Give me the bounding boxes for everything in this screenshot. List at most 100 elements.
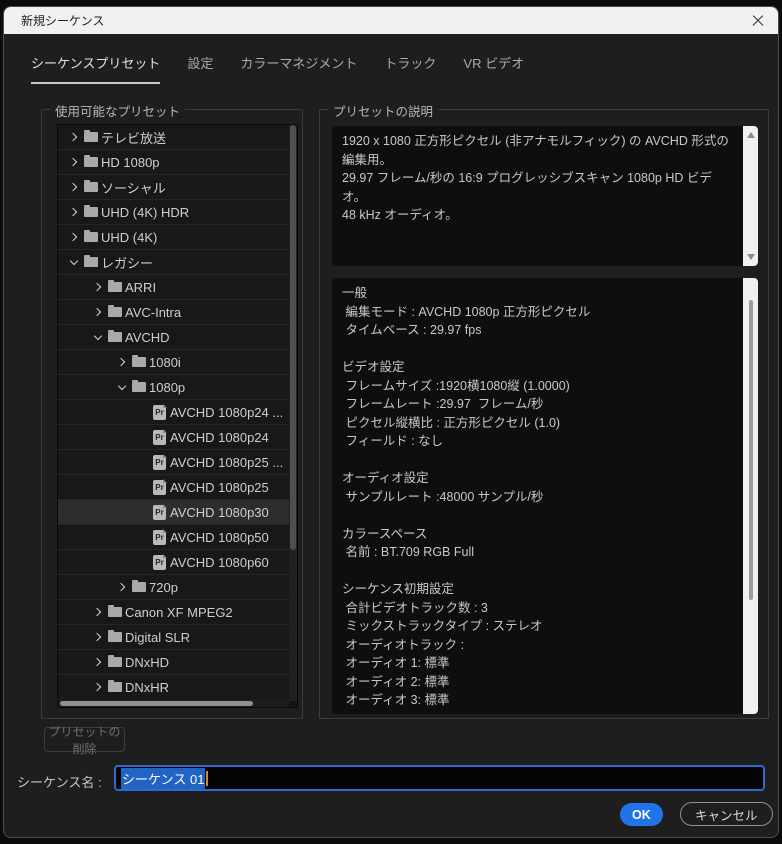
tree-row-label: ARRI bbox=[125, 279, 157, 295]
tree-row-label: AVCHD 1080p25 ... bbox=[170, 454, 284, 470]
chevron-icon[interactable] bbox=[64, 234, 84, 240]
preset-file-icon bbox=[153, 478, 167, 495]
tree-horizontal-scrollbar-thumb[interactable] bbox=[60, 700, 253, 706]
sequence-name-input[interactable]: シーケンス 01 bbox=[114, 765, 765, 791]
details-line: フレームレート :29.97 フレーム/秒 bbox=[342, 397, 544, 411]
tree-row-label: AVCHD 1080p50 bbox=[170, 529, 269, 545]
tree-row[interactable]: 1080i bbox=[58, 350, 297, 375]
details-line: タイムベース : 29.97 fps bbox=[342, 323, 482, 337]
tree-row[interactable]: Canon XF MPEG2 bbox=[58, 600, 297, 625]
chevron-icon[interactable] bbox=[112, 385, 132, 389]
sequence-name-label: シーケンス名 : bbox=[17, 775, 102, 790]
chevron-icon[interactable] bbox=[64, 184, 84, 190]
chevron-icon[interactable] bbox=[64, 159, 84, 165]
details-line bbox=[342, 451, 736, 470]
tree-row[interactable]: AVCHD bbox=[58, 325, 297, 350]
chevron-icon[interactable] bbox=[64, 260, 84, 264]
tree-vertical-scrollbar[interactable] bbox=[289, 125, 297, 701]
tree-row[interactable]: レガシー bbox=[58, 250, 297, 275]
chevron-icon[interactable] bbox=[64, 134, 84, 140]
tree-row[interactable]: テレビ放送 bbox=[58, 125, 297, 150]
folder-icon bbox=[84, 155, 98, 167]
tab[interactable]: トラック bbox=[384, 53, 436, 84]
folder-icon bbox=[108, 630, 122, 642]
tree-row-label: Canon XF MPEG2 bbox=[125, 604, 233, 620]
tree-row[interactable]: 720p bbox=[58, 575, 297, 600]
tree-row[interactable]: AVCHD 1080p50 bbox=[58, 525, 297, 550]
tree-row[interactable]: DNxHR bbox=[58, 675, 297, 700]
details-line: オーディオトラック : bbox=[342, 637, 465, 652]
summary-scrollbar[interactable] bbox=[743, 126, 758, 266]
tree-row[interactable]: AVCHD 1080p25 ... bbox=[58, 450, 297, 475]
tree-row[interactable]: Digital SLR bbox=[58, 625, 297, 650]
close-button[interactable] bbox=[738, 7, 778, 34]
titlebar: 新規シーケンス bbox=[4, 7, 778, 34]
details-line: オーディオ 2: 標準 bbox=[342, 674, 450, 689]
details-scrollbar-thumb[interactable] bbox=[748, 300, 753, 600]
tree-row-label: 720p bbox=[149, 579, 178, 595]
tree-row[interactable]: ARRI bbox=[58, 275, 297, 300]
details-line: シーケンス初期設定 bbox=[342, 582, 454, 596]
chevron-icon[interactable] bbox=[112, 359, 132, 365]
preset-details-box: 一般 編集モード : AVCHD 1080p 正方形ピクセル タイムベース : … bbox=[332, 278, 758, 714]
tree-horizontal-scrollbar[interactable] bbox=[58, 699, 289, 707]
tree-row[interactable]: AVCHD 1080p30 bbox=[58, 500, 297, 525]
tab[interactable]: シーケンスプリセット bbox=[31, 53, 161, 84]
chevron-icon[interactable] bbox=[64, 209, 84, 215]
tree-row[interactable]: DNxHD bbox=[58, 650, 297, 675]
window-title: 新規シーケンス bbox=[21, 14, 105, 28]
preset-description-group: プリセットの説明 1920 x 1080 正方形ピクセル (非アナモルフィック)… bbox=[319, 101, 769, 719]
tab[interactable]: カラーマネジメント bbox=[240, 53, 357, 84]
chevron-icon[interactable] bbox=[88, 284, 108, 290]
folder-icon bbox=[132, 355, 146, 367]
tree-row[interactable]: ソーシャル bbox=[58, 175, 297, 200]
preset-file-icon bbox=[153, 503, 167, 520]
details-scrollbar[interactable] bbox=[743, 278, 758, 714]
tree-row[interactable]: AVCHD 1080p25 bbox=[58, 475, 297, 500]
details-line: 一般 bbox=[342, 286, 368, 300]
scroll-up-icon[interactable] bbox=[746, 132, 755, 138]
tree-row-label: AVCHD 1080p30 bbox=[170, 504, 269, 520]
details-line: 合計ビデオトラック数 : 3 bbox=[342, 600, 488, 615]
available-presets-label: 使用可能なプリセット bbox=[50, 101, 186, 120]
tree-row[interactable]: AVCHD 1080p24 bbox=[58, 425, 297, 450]
tree-row-label: AVCHD 1080p25 bbox=[170, 479, 269, 495]
details-line: オーディオ 3: 標準 bbox=[342, 693, 450, 707]
details-line: 名前 : BT.709 RGB Full bbox=[342, 545, 474, 559]
chevron-icon[interactable] bbox=[88, 609, 108, 615]
tree-row[interactable]: UHD (4K) bbox=[58, 225, 297, 250]
chevron-icon[interactable] bbox=[88, 335, 108, 339]
chevron-icon[interactable] bbox=[88, 684, 108, 690]
tree-row[interactable]: UHD (4K) HDR bbox=[58, 200, 297, 225]
close-icon bbox=[752, 15, 764, 27]
details-line: フィールド : なし bbox=[342, 434, 444, 448]
tree-row[interactable]: AVC-Intra bbox=[58, 300, 297, 325]
tab[interactable]: VR ビデオ bbox=[463, 53, 524, 84]
tree-row[interactable]: 1080p bbox=[58, 375, 297, 400]
details-line: フレームサイズ :1920横1080縦 (1.0000) bbox=[342, 378, 570, 393]
summary-paragraph: 29.97 フレーム/秒の 16:9 プログレッシブスキャン 1080p HD … bbox=[342, 171, 712, 204]
preset-tree-rows: テレビ放送 HD 1080p ソーシャル UHD (4K) HDR UHD (4… bbox=[58, 125, 297, 700]
details-line: カラースペース bbox=[342, 526, 428, 541]
tab[interactable]: 設定 bbox=[187, 53, 213, 84]
chevron-icon[interactable] bbox=[88, 659, 108, 665]
tree-row-label: AVCHD 1080p24 bbox=[170, 429, 269, 445]
folder-icon bbox=[108, 680, 122, 692]
preset-file-icon bbox=[153, 403, 167, 420]
chevron-icon[interactable] bbox=[88, 309, 108, 315]
chevron-icon[interactable] bbox=[112, 584, 132, 590]
details-line: ビデオ設定 bbox=[342, 360, 405, 374]
ok-button[interactable]: OK bbox=[620, 803, 663, 826]
folder-icon bbox=[84, 230, 98, 242]
tree-row[interactable]: AVCHD 1080p60 bbox=[58, 550, 297, 575]
chevron-icon[interactable] bbox=[88, 634, 108, 640]
tree-vertical-scrollbar-thumb[interactable] bbox=[290, 125, 296, 550]
delete-preset-button[interactable]: プリセットの削除 bbox=[44, 725, 125, 756]
tree-row[interactable]: HD 1080p bbox=[58, 150, 297, 175]
tree-row[interactable]: AVCHD 1080p24 ... bbox=[58, 400, 297, 425]
scroll-down-icon[interactable] bbox=[746, 254, 755, 260]
summary-paragraph: 1920 x 1080 正方形ピクセル (非アナモルフィック) の AVCHD … bbox=[342, 134, 729, 167]
cancel-button[interactable]: キャンセル bbox=[680, 802, 773, 826]
text-caret bbox=[206, 770, 209, 786]
preset-file-icon bbox=[153, 453, 167, 470]
